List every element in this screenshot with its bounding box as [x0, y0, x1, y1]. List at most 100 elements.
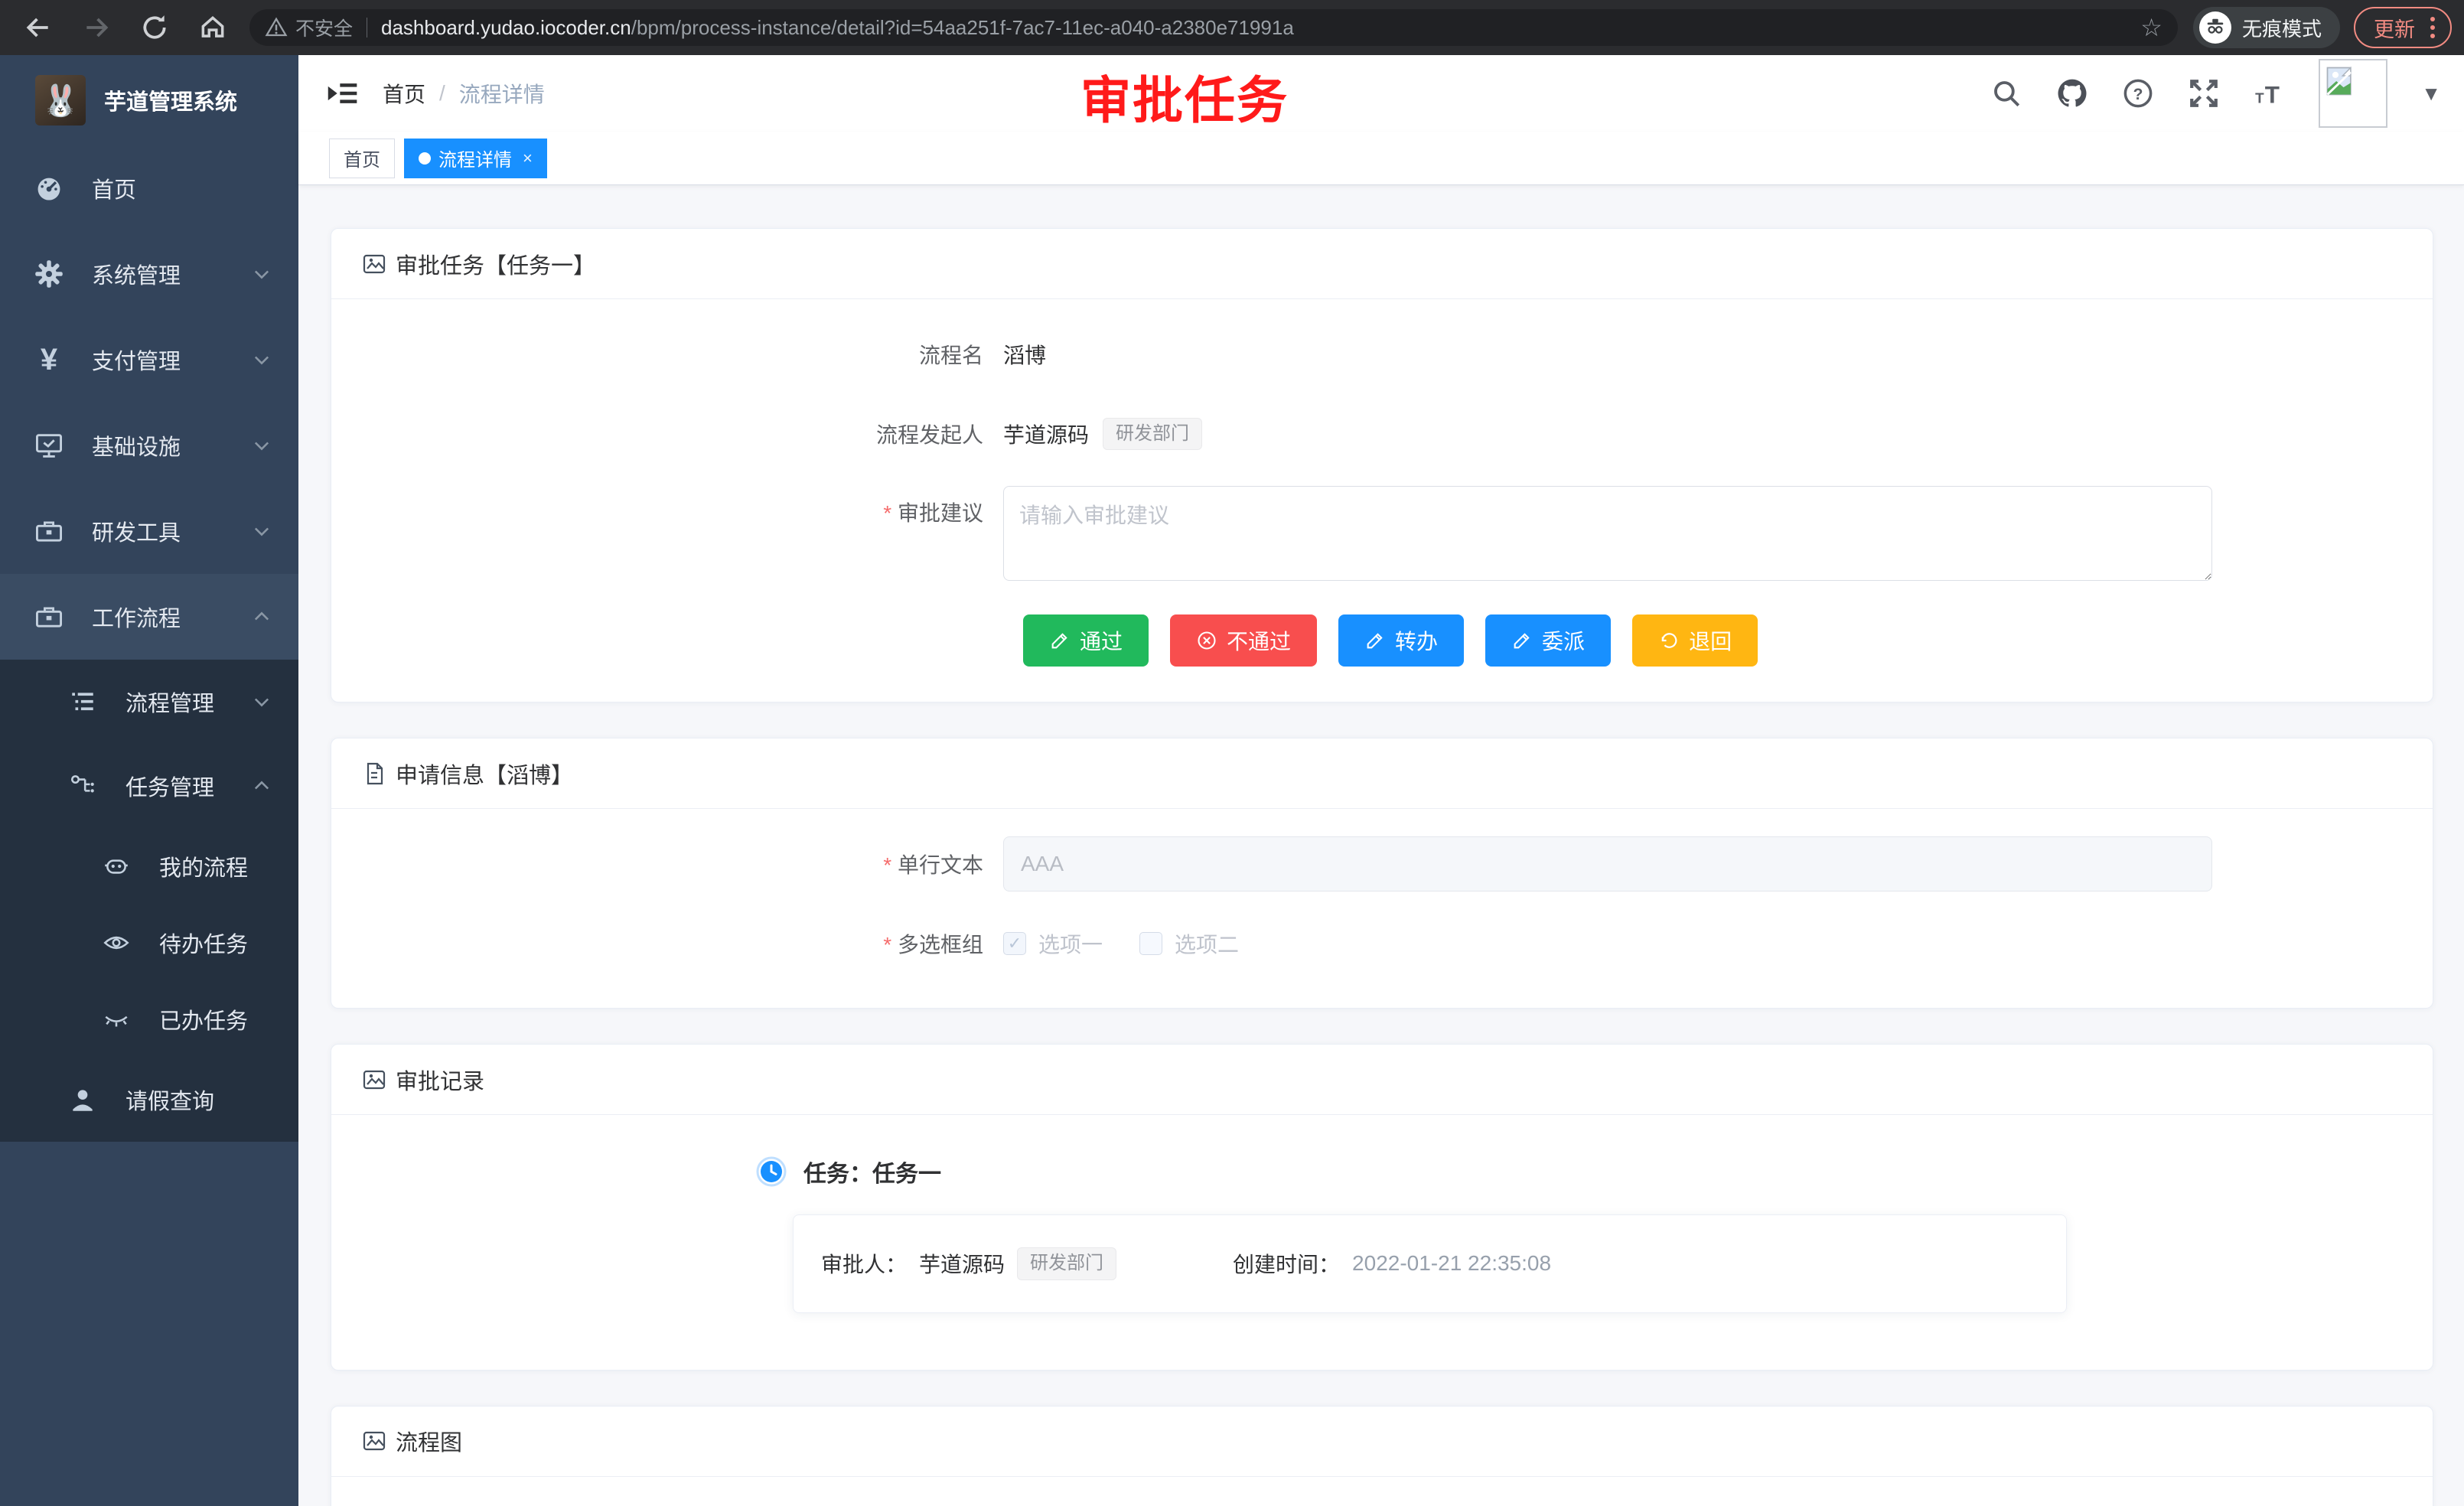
github-icon[interactable] — [2055, 77, 2089, 110]
edit-icon — [1049, 630, 1071, 651]
reject-button[interactable]: 不通过 — [1170, 614, 1317, 667]
security-label: 不安全 — [295, 14, 353, 41]
approve-button[interactable]: 通过 — [1023, 614, 1149, 667]
breadcrumb-separator: / — [439, 81, 445, 106]
eye-closed-icon — [101, 1004, 132, 1035]
dashboard-icon — [34, 173, 64, 204]
url-text[interactable]: dashboard.yudao.iocoder.cn/bpm/process-i… — [381, 16, 1294, 40]
task-title: 任务：任务一 — [803, 1155, 941, 1188]
sidebar-toggle-icon[interactable] — [326, 77, 360, 110]
card-header: 流程图 — [331, 1407, 2433, 1477]
transfer-button[interactable]: 转办 — [1338, 614, 1464, 667]
update-button[interactable]: 更新 — [2354, 7, 2452, 48]
sidebar-item-label: 系统管理 — [92, 258, 251, 290]
sidebar-item-devtools[interactable]: 研发工具 — [0, 488, 298, 574]
sidebar-item-my-process[interactable]: 我的流程 — [0, 828, 298, 905]
bookmark-star-icon[interactable]: ☆ — [2140, 15, 2163, 40]
checkbox-group: ✓ 选项一 选项二 — [1003, 928, 1239, 959]
field-label: 多选框组 — [331, 928, 1003, 959]
sidebar-item-system[interactable]: 系统管理 — [0, 231, 298, 317]
url-bar[interactable]: 不安全 dashboard.yudao.iocoder.cn/bpm/proce… — [249, 9, 2178, 46]
font-size-icon[interactable]: TT — [2253, 77, 2286, 110]
sidebar-item-label: 已办任务 — [159, 1003, 272, 1035]
warning-icon — [265, 16, 288, 39]
broken-image-icon — [2325, 65, 2357, 97]
clock-icon — [756, 1156, 787, 1187]
forward-icon[interactable] — [81, 12, 112, 43]
suggestion-textarea[interactable] — [1003, 486, 2212, 581]
breadcrumb-home[interactable]: 首页 — [383, 78, 425, 109]
url-domain: dashboard.yudao.iocoder.cn — [381, 16, 631, 39]
sidebar-item-label: 流程管理 — [125, 686, 251, 718]
card-title: 申请信息【滔博】 — [396, 758, 573, 790]
browser-menu-icon[interactable] — [2430, 17, 2435, 38]
sidebar-item-infra[interactable]: 基础设施 — [0, 403, 298, 488]
approval-buttons: 通过 不通过 转办 委派 — [1023, 614, 2433, 667]
sidebar-item-todo-tasks[interactable]: 待办任务 — [0, 905, 298, 981]
yen-icon: ¥ — [34, 344, 64, 375]
sidebar-item-label: 任务管理 — [125, 770, 251, 802]
sidebar-item-label: 基础设施 — [92, 429, 251, 461]
close-icon[interactable]: × — [523, 148, 533, 168]
sidebar-item-label: 研发工具 — [92, 515, 251, 547]
record-detail-box: 审批人： 芋道源码 研发部门 创建时间： 2022-01-21 22:35:08 — [793, 1214, 2067, 1313]
user-icon — [67, 1084, 98, 1115]
dept-tag: 研发部门 — [1103, 418, 1202, 451]
approver-name: 芋道源码 — [919, 1248, 1005, 1279]
reload-icon[interactable] — [139, 12, 170, 43]
sidebar-item-leave-query[interactable]: 请假查询 — [0, 1058, 298, 1142]
create-time-label: 创建时间： — [1233, 1248, 1340, 1279]
delegate-button[interactable]: 委派 — [1485, 614, 1611, 667]
security-chip[interactable]: 不安全 — [265, 14, 353, 41]
briefcase-icon — [34, 601, 64, 632]
tab-home[interactable]: 首页 — [329, 139, 395, 178]
approval-task-card: 审批任务【任务一】 流程名 滔博 流程发起人 芋道源码 研发部门 — [331, 228, 2433, 702]
dept-tag: 研发部门 — [1017, 1247, 1116, 1280]
help-icon[interactable]: ? — [2121, 77, 2155, 110]
page-header: 首页 / 流程详情 审批任务 ? TT — [298, 55, 2464, 132]
home-icon[interactable] — [197, 12, 228, 43]
page-content: 审批任务【任务一】 流程名 滔博 流程发起人 芋道源码 研发部门 — [298, 185, 2464, 1506]
circle-close-icon — [1196, 630, 1217, 651]
incognito-icon — [2199, 11, 2231, 44]
checkbox-option-2[interactable]: 选项二 — [1139, 928, 1239, 959]
incognito-label: 无痕模式 — [2242, 14, 2322, 42]
picture-icon — [362, 252, 386, 276]
sidebar: 🐰 芋道管理系统 首页 系统管理 ¥ 支付管理 基础设施 — [0, 55, 298, 1506]
sidebar-item-payment[interactable]: ¥ 支付管理 — [0, 317, 298, 403]
card-title: 流程图 — [396, 1425, 462, 1457]
breadcrumb-current: 流程详情 — [459, 78, 545, 109]
checkbox-option-1[interactable]: ✓ 选项一 — [1003, 928, 1103, 959]
sidebar-item-label: 支付管理 — [92, 344, 251, 376]
tab-label: 首页 — [344, 145, 380, 171]
timeline-node: 任务：任务一 — [756, 1155, 2433, 1188]
checkbox-unchecked-icon — [1139, 932, 1162, 955]
document-icon — [362, 761, 386, 786]
single-text-input[interactable] — [1003, 836, 2212, 892]
tag-view-bar: 首页 流程详情 × — [298, 132, 2464, 185]
sidebar-item-task-mgmt[interactable]: 任务管理 — [0, 744, 298, 828]
chevron-down-icon[interactable]: ▼ — [2421, 82, 2441, 106]
create-time-value: 2022-01-21 22:35:08 — [1352, 1251, 1551, 1276]
tab-process-detail[interactable]: 流程详情 × — [404, 139, 547, 178]
incognito-badge: 无痕模式 — [2193, 7, 2340, 48]
return-button[interactable]: 退回 — [1632, 614, 1758, 667]
sidebar-item-process-mgmt[interactable]: 流程管理 — [0, 660, 298, 744]
chevron-down-icon — [251, 691, 272, 712]
search-icon[interactable] — [1990, 77, 2023, 110]
sidebar-item-home[interactable]: 首页 — [0, 145, 298, 231]
form-row-checkbox-group: 多选框组 ✓ 选项一 选项二 — [331, 916, 2433, 971]
sidebar-item-workflow[interactable]: 工作流程 — [0, 574, 298, 660]
back-icon[interactable] — [23, 12, 54, 43]
fullscreen-icon[interactable] — [2187, 77, 2221, 110]
card-header: 审批任务【任务一】 — [331, 229, 2433, 299]
card-title: 审批记录 — [396, 1064, 484, 1096]
app-logo: 🐰 芋道管理系统 — [0, 55, 298, 145]
sidebar-item-label: 我的流程 — [159, 850, 272, 882]
avatar[interactable] — [2319, 59, 2387, 128]
list-icon — [67, 686, 98, 717]
sidebar-item-done-tasks[interactable]: 已办任务 — [0, 981, 298, 1058]
svg-text:?: ? — [2133, 86, 2143, 103]
gear-icon — [34, 259, 64, 289]
chevron-down-icon — [251, 349, 272, 370]
